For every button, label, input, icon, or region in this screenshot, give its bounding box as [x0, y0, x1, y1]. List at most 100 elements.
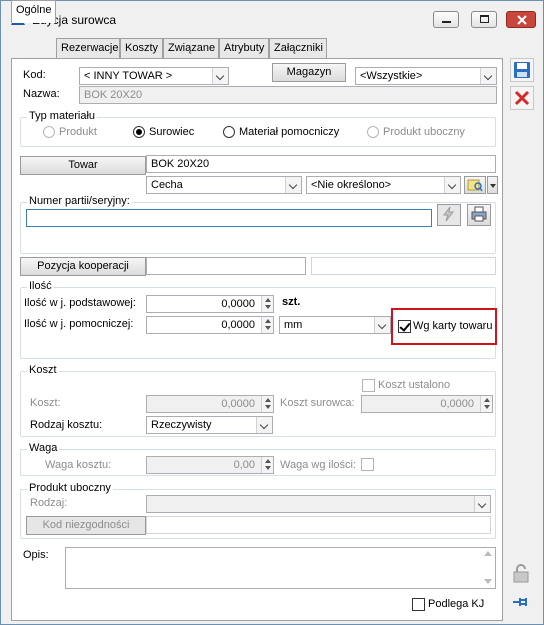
chevron-down-icon [480, 68, 496, 84]
rodzaj-kosztu-select[interactable]: Rzeczywisty [146, 416, 273, 434]
magazyn-select[interactable]: <Wszystkie> [355, 67, 497, 85]
koszt-ustalono-label: Koszt ustalono [378, 379, 451, 391]
radio-produkt[interactable] [43, 126, 55, 138]
tab-zalaczniki[interactable]: Załączniki [269, 38, 327, 58]
chevron-down-icon [490, 184, 496, 188]
cecha-value-select[interactable]: <Nie określono> [306, 176, 461, 194]
spinner-icon[interactable] [480, 396, 492, 412]
waga-ilosci-checkbox[interactable] [361, 458, 374, 471]
spinner-icon[interactable] [261, 396, 273, 412]
ilosc-podstawowa-unit: szt. [282, 296, 301, 308]
edit-window: Edycja surowca Ogólne Rezerwacje Koszty … [0, 0, 544, 625]
cancel-button[interactable] [510, 86, 534, 110]
chevron-down-icon [256, 417, 272, 433]
jednostka-select[interactable]: mm [279, 316, 391, 334]
close-button[interactable] [506, 11, 536, 28]
chevron-down-icon [474, 496, 490, 512]
close-icon [517, 15, 527, 25]
ilosc-podstawowa-input[interactable]: 0,0000 [146, 295, 274, 313]
ilosc-title: Ilość [27, 280, 54, 292]
koszt-input[interactable]: 0,0000 [146, 395, 274, 413]
tab-atrybuty[interactable]: Atrybuty [219, 38, 269, 58]
podlega-kj-label: Podlega KJ [428, 598, 485, 610]
cecha-value: Cecha [151, 179, 183, 191]
radio-material-pomocniczy-label: Materiał pomocniczy [239, 126, 340, 138]
partia-label: Numer partii/seryjny: [27, 195, 132, 207]
ilosc-podstawowa-label: Ilość w j. podstawowej: [24, 297, 136, 309]
print-button[interactable] [467, 204, 491, 226]
spinner-icon[interactable] [261, 457, 273, 473]
pu-rodzaj-label: Rodzaj: [30, 497, 68, 509]
nazwa-label: Nazwa: [23, 88, 60, 100]
koszt-surowca-value: 0,0000 [440, 398, 474, 410]
tab-koszty[interactable]: Koszty [120, 38, 163, 58]
opis-label: Opis: [23, 549, 49, 561]
lightning-icon [443, 206, 455, 222]
printer-icon [471, 206, 487, 222]
radio-surowiec-label: Surowiec [149, 126, 195, 138]
waga-kosztu-input[interactable]: 0,00 [146, 456, 274, 474]
koszt-surowca-label: Koszt surowca: [280, 397, 355, 409]
podlega-kj-checkbox[interactable] [412, 598, 425, 611]
kooperacja-field[interactable] [146, 257, 306, 275]
chevron-down-icon [374, 317, 390, 333]
pu-rodzaj-select[interactable] [146, 495, 491, 513]
radio-surowiec[interactable] [133, 126, 145, 138]
jednostka-value: mm [284, 319, 303, 331]
tab-ogolne[interactable]: Ogólne [11, 0, 56, 23]
chevron-down-icon [212, 68, 228, 84]
tab-rezerwacje[interactable]: Rezerwacje [56, 38, 120, 58]
tab-zwiazane[interactable]: Związane [163, 38, 219, 58]
koszt-value: 0,0000 [221, 398, 255, 410]
kod-select[interactable]: < INNY TOWAR > [79, 67, 229, 85]
delete-x-icon [514, 90, 530, 106]
maximize-button[interactable] [471, 11, 497, 28]
towar-field[interactable]: BOK 20X20 [146, 155, 496, 173]
koszt-title: Koszt [27, 364, 59, 376]
magazyn-button[interactable]: Magazyn [272, 63, 346, 82]
save-button[interactable] [510, 58, 534, 82]
radio-produkt-uboczny-label: Produkt uboczny [383, 126, 465, 138]
koszt-surowca-input[interactable]: 0,0000 [361, 395, 493, 413]
scroll-down-icon[interactable] [484, 579, 492, 584]
ilosc-pomocnicza-label: Ilość w j. pomocniczej: [24, 318, 134, 330]
titlebar: Edycja surowca [1, 1, 543, 33]
chevron-down-icon [444, 177, 460, 193]
towar-button[interactable]: Towar [20, 156, 146, 175]
opis-textarea[interactable] [65, 547, 496, 589]
kod-label: Kod: [23, 69, 46, 81]
minimize-button[interactable] [433, 11, 459, 28]
lock-icon [513, 564, 529, 583]
cecha-select[interactable]: Cecha [146, 176, 302, 194]
lock-button[interactable] [510, 562, 534, 586]
waga-ilosci-label: Waga wg ilości: [280, 459, 357, 471]
radio-produkt-label: Produkt [59, 126, 97, 138]
ilosc-pomocnicza-input[interactable]: 0,0000 [146, 316, 274, 334]
nazwa-field[interactable]: BOK 20X20 [79, 86, 497, 104]
spinner-icon[interactable] [261, 296, 273, 312]
spinner-icon[interactable] [261, 317, 273, 333]
pin-button[interactable] [510, 591, 534, 615]
generate-button[interactable] [437, 204, 461, 226]
koszt-ustalono-checkbox[interactable] [362, 379, 375, 392]
waga-kosztu-label: Waga kosztu: [45, 459, 112, 471]
chevron-down-icon [285, 177, 301, 193]
kod-niezgodnosci-field[interactable] [146, 516, 491, 534]
kooperacja-field-2[interactable] [311, 257, 496, 275]
produkt-uboczny-title: Produkt uboczny [27, 482, 113, 494]
kod-niezgodnosci-button[interactable]: Kod niezgodności [26, 516, 146, 535]
highlight-frame [391, 308, 497, 345]
cecha-lookup-button[interactable] [464, 176, 486, 194]
radio-produkt-uboczny[interactable] [367, 126, 379, 138]
scroll-up-icon[interactable] [484, 551, 492, 556]
radio-material-pomocniczy[interactable] [223, 126, 235, 138]
rodzaj-kosztu-value: Rzeczywisty [151, 419, 212, 431]
save-icon [514, 62, 530, 78]
pozycja-kooperacji-button[interactable]: Pozycja kooperacji [20, 257, 146, 276]
maximize-icon [480, 15, 489, 23]
waga-kosztu-value: 0,00 [233, 459, 255, 471]
magazyn-value: <Wszystkie> [360, 70, 423, 82]
partia-input[interactable] [26, 209, 432, 227]
cecha-lookup-dropdown[interactable] [487, 176, 498, 194]
ilosc-pomocnicza-value: 0,0000 [221, 319, 255, 331]
